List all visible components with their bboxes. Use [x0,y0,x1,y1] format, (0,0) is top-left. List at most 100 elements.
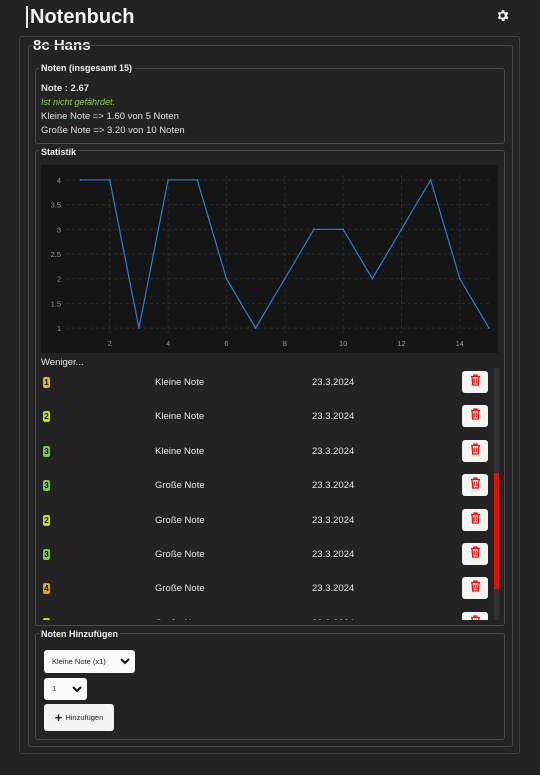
small-grade-summary: Kleine Note => 1.60 von 5 Noten [41,111,179,122]
grade-type: Große Note [155,583,205,595]
y-tick-label: 3 [57,225,61,234]
add-grade-button[interactable]: + Hinzufügen [44,704,114,731]
grade-badge: 1 [43,377,50,388]
trash-icon [470,442,481,460]
data-point [342,228,345,231]
chevron-down-icon [72,686,82,693]
data-point [167,179,170,181]
grade-type: Große Note [155,480,205,492]
grade-type: Kleine Note [155,445,205,457]
grade-type-value: Kleine Note (x1) [52,657,106,666]
grade-type-select[interactable]: Kleine Note (x1) [44,650,135,673]
grade-type: Große Note [155,514,205,526]
chevron-down-icon [120,658,130,665]
x-tick-label: 10 [339,339,347,348]
big-grade-summary: Große Note => 3.20 von 10 Noten [41,125,185,136]
grade-row: 2 Kleine Note 23.3.2024 [41,405,491,439]
x-tick-label: 4 [166,339,170,348]
grade-date: 23.3.2024 [312,411,355,423]
scrollbar-thumb[interactable] [494,473,499,589]
plus-icon: + [54,710,63,725]
grade-type: Große Note [155,549,205,560]
grade-badge: 3 [43,549,50,560]
delete-grade-button[interactable] [462,543,488,565]
trash-icon [470,511,481,529]
app-title: Notenbuch [26,6,134,28]
grade-badge: 2 [43,411,50,423]
grade-type: Große Note [155,618,205,620]
y-tick-label: 2 [57,275,61,284]
delete-grade-button[interactable] [462,508,488,531]
grade-date: 23.3.2024 [312,618,354,620]
x-tick-label: 2 [108,339,112,348]
grade-row: 3 Große Note 23.3.2024 [41,543,491,577]
grade-type: Kleine Note [155,411,205,423]
grade-badge: 3 [43,480,50,492]
data-point [225,277,228,280]
grade-badge: 3 [43,445,50,457]
grade-type: Kleine Note [155,377,205,388]
gear-icon[interactable] [495,8,510,23]
grade-average: Note : 2.67 [41,83,90,94]
y-tick-label: 1.5 [51,299,61,308]
y-tick-label: 4 [57,176,61,185]
delete-grade-button[interactable] [462,577,488,600]
trash-icon [470,476,481,494]
grade-row: 4 Große Note 23.3.2024 [41,577,491,611]
grade-chart-svg: 1 1.5 2 2.5 3 3.5 4 2 4 6 8 10 12 14 [51,175,490,348]
delete-grade-button[interactable] [462,611,488,620]
data-point [458,277,461,280]
add-grade-label: Hinzufügen [65,713,104,722]
data-point [400,228,403,231]
y-tick-label: 1 [57,324,61,333]
grade-list[interactable]: 1 Kleine Note 23.3.2024 2 Kleine Note 23.3.20… [41,368,501,620]
data-point [196,179,199,181]
grade-badge: 2 [43,514,50,526]
grade-row: 3 Große Note 23.3.2024 [41,474,491,508]
grade-chart: 1 1.5 2 2.5 3 3.5 4 2 4 6 8 10 12 14 [41,165,498,353]
data-point [108,179,111,181]
x-tick-label: 14 [456,339,464,348]
grade-row: 1 Kleine Note 23.3.2024 [41,371,491,405]
add-grade-legend: Noten Hinzufügen [39,629,120,639]
trash-icon [470,407,481,425]
data-point [429,179,432,181]
grade-row: 3 Große Note 23.3.2024 [41,611,491,620]
x-tick-label: 6 [224,339,228,348]
grade-row: 3 Kleine Note 23.3.2024 [41,439,491,474]
grade-badge: 3 [43,617,50,620]
delete-grade-button[interactable] [462,405,488,428]
x-tick-label: 12 [397,339,405,348]
show-less-toggle[interactable]: Weniger... [41,357,84,368]
grade-list-scrollbar[interactable] [494,368,499,620]
grade-value-select[interactable]: 1 [44,678,87,700]
y-tick-label: 2.5 [51,250,61,259]
grade-value: 1 [52,684,57,693]
grade-date: 23.3.2024 [312,549,355,560]
grade-date: 23.3.2024 [312,377,355,388]
grade-date: 23.3.2024 [312,445,355,457]
x-tick-label: 8 [283,339,287,348]
trash-icon [470,579,481,597]
risk-status: Ist nicht gefährdet. [41,97,116,107]
delete-grade-button[interactable] [462,371,488,393]
data-point [283,277,286,280]
grade-badge: 4 [43,583,50,595]
grade-date: 23.3.2024 [312,480,355,492]
grade-date: 23.3.2024 [312,514,355,526]
y-tick-label: 3.5 [51,201,61,210]
data-point [371,277,374,280]
grades-summary-legend: Noten (insgesamt 15) [39,63,135,73]
statistics-legend: Statistik [39,147,79,157]
data-point [313,228,315,231]
data-point [488,327,490,329]
trash-icon [470,373,481,391]
data-point [79,179,82,181]
data-point [138,327,140,329]
delete-grade-button[interactable] [462,439,488,462]
grade-date: 23.3.2024 [312,583,355,595]
grade-row: 2 Große Note 23.3.2024 [41,508,491,543]
trash-icon [470,614,481,620]
delete-grade-button[interactable] [462,474,488,497]
data-point [254,327,257,329]
